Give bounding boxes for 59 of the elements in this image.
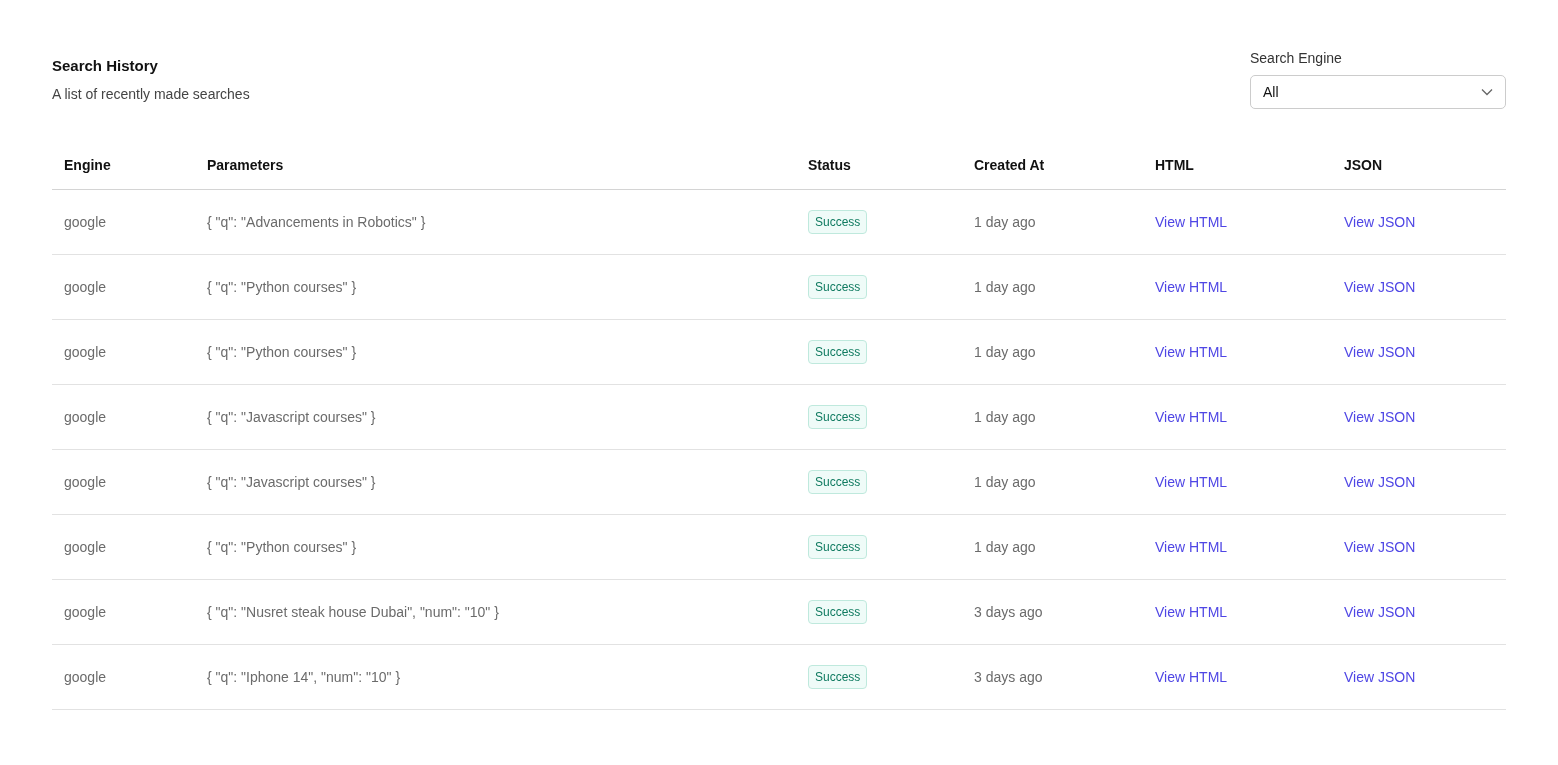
column-header: HTML [1143, 140, 1332, 190]
engine-cell: google [52, 449, 195, 515]
view-json-link[interactable]: View JSON [1344, 669, 1416, 685]
created-cell: 1 day ago [962, 254, 1143, 320]
parameters-cell: { "q": "Python courses" } [195, 254, 796, 320]
status-badge: Success [808, 535, 868, 559]
view-html-link[interactable]: View HTML [1155, 409, 1228, 425]
status-badge: Success [808, 470, 868, 494]
created-cell: 1 day ago [962, 514, 1143, 580]
created-cell: 1 day ago [962, 319, 1143, 385]
column-header: JSON [1332, 140, 1506, 190]
view-json-link[interactable]: View JSON [1344, 474, 1416, 490]
view-html-link[interactable]: View HTML [1155, 539, 1228, 555]
view-html-link[interactable]: View HTML [1155, 279, 1228, 295]
view-html-link[interactable]: View HTML [1155, 669, 1228, 685]
view-json-link[interactable]: View JSON [1344, 214, 1416, 230]
engine-cell: google [52, 254, 195, 320]
view-json-link[interactable]: View JSON [1344, 409, 1416, 425]
engine-cell: google [52, 579, 195, 645]
page-title: Search History [52, 57, 159, 74]
column-header: Created At [962, 140, 1143, 190]
engine-cell: google [52, 384, 195, 450]
created-cell: 1 day ago [962, 449, 1143, 515]
parameters-cell: { "q": "Advancements in Robotics" } [195, 189, 796, 255]
column-header: Parameters [195, 140, 796, 190]
parameters-cell: { "q": "Iphone 14", "num": "10" } [195, 644, 796, 710]
status-badge: Success [808, 665, 868, 689]
status-badge: Success [808, 275, 868, 299]
parameters-cell: { "q": "Javascript courses" } [195, 384, 796, 450]
parameters-cell: { "q": "Python courses" } [195, 514, 796, 580]
page-subtitle: A list of recently made searches [52, 86, 250, 102]
view-html-link[interactable]: View HTML [1155, 344, 1228, 360]
view-html-link[interactable]: View HTML [1155, 474, 1228, 490]
column-header: Status [796, 140, 962, 190]
engine-select[interactable]: All [1250, 75, 1506, 109]
chevron-down-icon [1481, 88, 1493, 96]
parameters-cell: { "q": "Nusret steak house Dubai", "num": "10" } [195, 579, 796, 645]
column-header: Engine [52, 140, 195, 190]
status-badge: Success [808, 600, 868, 624]
view-html-link[interactable]: View HTML [1155, 604, 1228, 620]
view-json-link[interactable]: View JSON [1344, 279, 1416, 295]
view-json-link[interactable]: View JSON [1344, 344, 1416, 360]
engine-cell: google [52, 319, 195, 385]
parameters-cell: { "q": "Javascript courses" } [195, 449, 796, 515]
engine-cell: google [52, 644, 195, 710]
engine-cell: google [52, 189, 195, 255]
created-cell: 3 days ago [962, 579, 1143, 645]
status-badge: Success [808, 210, 868, 234]
status-badge: Success [808, 405, 868, 429]
parameters-cell: { "q": "Python courses" } [195, 319, 796, 385]
view-json-link[interactable]: View JSON [1344, 539, 1416, 555]
view-json-link[interactable]: View JSON [1344, 604, 1416, 620]
created-cell: 3 days ago [962, 644, 1143, 710]
status-badge: Success [808, 340, 868, 364]
engine-cell: google [52, 514, 195, 580]
created-cell: 1 day ago [962, 189, 1143, 255]
filter-label: Search Engine [1250, 50, 1343, 66]
view-html-link[interactable]: View HTML [1155, 214, 1228, 230]
created-cell: 1 day ago [962, 384, 1143, 450]
